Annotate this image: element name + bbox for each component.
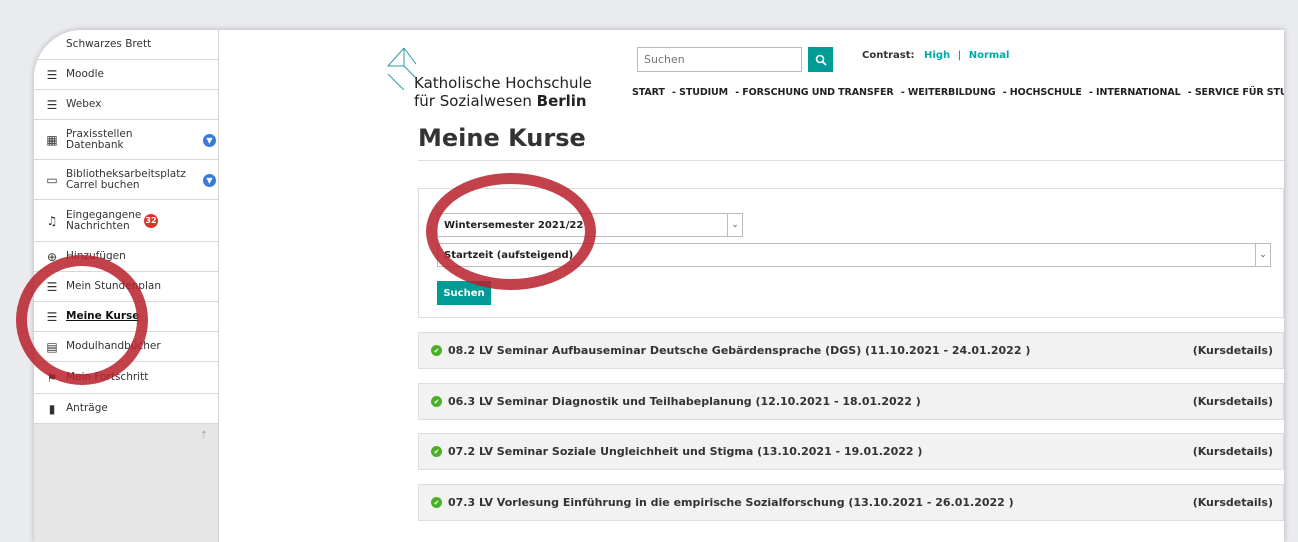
- nav-start[interactable]: START: [632, 87, 665, 98]
- course-details-link[interactable]: (Kursdetails): [1193, 496, 1273, 509]
- course-details-link[interactable]: (Kursdetails): [1193, 445, 1273, 458]
- course-title[interactable]: 07.2 LV Seminar Soziale Ungleichheit und…: [448, 445, 922, 458]
- sidebar-item-moodle[interactable]: ☰ Moodle: [34, 60, 218, 90]
- sidebar-item-praxisstellen[interactable]: ▦ Praxisstellen Datenbank ▼: [34, 120, 218, 160]
- nav-service[interactable]: - SERVICE FÜR STUDIERENDE: [1188, 87, 1284, 98]
- logo-text-part: für Sozialwesen: [414, 92, 537, 110]
- app-window: Schwarzes Brett ☰ Moodle ☰ Webex ▦ Praxi…: [34, 30, 1284, 542]
- search-icon: [815, 54, 827, 66]
- contrast-normal-link[interactable]: Normal: [969, 50, 1010, 61]
- course-title[interactable]: 07.3 LV Vorlesung Einführung in die empi…: [448, 496, 1014, 509]
- sidebar-item-label: Schwarzes Brett: [66, 38, 152, 50]
- back-to-top-icon[interactable]: ⇡: [200, 430, 208, 441]
- course-row[interactable]: ✔ 07.3 LV Vorlesung Einführung in die em…: [418, 484, 1284, 521]
- sidebar-item-label: Eingegangene Nachrichten: [66, 208, 142, 232]
- sidebar-item-label: Anträge: [66, 402, 108, 414]
- sidebar-item-schwarzes-brett[interactable]: Schwarzes Brett: [34, 30, 218, 60]
- desk-icon: ▭: [46, 172, 58, 187]
- course-row[interactable]: ✔ 07.2 LV Seminar Soziale Ungleichheit u…: [418, 433, 1284, 470]
- logo-text-line2: für Sozialwesen Berlin: [414, 92, 587, 110]
- contrast-label: Contrast:: [862, 50, 915, 61]
- building-icon: ▦: [46, 132, 58, 147]
- annotation-circle: [426, 173, 596, 290]
- check-circle-icon: ✔: [431, 446, 442, 457]
- course-row[interactable]: ✔ 06.3 LV Seminar Diagnostik und Teilhab…: [418, 383, 1284, 420]
- sidebar-item-label: Bibliotheksarbeitsplatz Carrel buchen: [66, 167, 186, 191]
- course-details-link[interactable]: (Kursdetails): [1193, 344, 1273, 357]
- chevron-down-icon: ⌄: [727, 214, 742, 236]
- notification-badge: 32: [144, 213, 158, 228]
- contrast-separator: |: [957, 50, 962, 61]
- page-title: Meine Kurse: [418, 124, 586, 152]
- annotation-circle: [16, 255, 148, 385]
- course-title[interactable]: 08.2 LV Seminar Aufbauseminar Deutsche G…: [448, 344, 1030, 357]
- nav-hochschule[interactable]: - HOCHSCHULE: [1003, 87, 1082, 98]
- sidebar-item-label: Moodle: [66, 68, 104, 80]
- contrast-high-link[interactable]: High: [924, 50, 950, 61]
- nav-weiterbildung[interactable]: - WEITERBILDUNG: [901, 87, 996, 98]
- bell-icon: ♫: [46, 213, 58, 228]
- nav-international[interactable]: - INTERNATIONAL: [1089, 87, 1181, 98]
- chevron-down-icon: ⌄: [1255, 244, 1270, 266]
- check-circle-icon: ✔: [431, 497, 442, 508]
- main-content: Katholische Hochschule für Sozialwesen B…: [219, 30, 1284, 542]
- nav-studium[interactable]: - STUDIUM: [672, 87, 728, 98]
- search-button[interactable]: [808, 47, 833, 72]
- contrast-switcher: Contrast: High | Normal: [862, 50, 1010, 61]
- logo-text-line1: Katholische Hochschule: [414, 74, 592, 92]
- divider: [418, 160, 1284, 161]
- logo-text-bold: Berlin: [536, 92, 587, 110]
- sidebar-footer: ⇡: [34, 424, 218, 542]
- course-details-link[interactable]: (Kursdetails): [1193, 395, 1273, 408]
- course-title[interactable]: 06.3 LV Seminar Diagnostik und Teilhabep…: [448, 395, 921, 408]
- course-row[interactable]: ✔ 08.2 LV Seminar Aufbauseminar Deutsche…: [418, 332, 1284, 369]
- logo-mark-icon: [386, 47, 416, 90]
- sidebar-item-bibliothek[interactable]: ▭ Bibliotheksarbeitsplatz Carrel buchen …: [34, 160, 218, 200]
- chevron-down-icon[interactable]: ▼: [203, 174, 216, 187]
- sidebar-item-label: Praxisstellen Datenbank: [66, 127, 133, 151]
- nav-forschung[interactable]: - FORSCHUNG UND TRANSFER: [735, 87, 893, 98]
- check-circle-icon: ✔: [431, 396, 442, 407]
- sidebar-item-antraege[interactable]: ▮ Anträge: [34, 394, 218, 424]
- file-icon: ▮: [48, 401, 56, 416]
- sidebar-item-webex[interactable]: ☰ Webex: [34, 90, 218, 120]
- list-icon: ☰: [46, 67, 58, 82]
- check-circle-icon: ✔: [431, 345, 442, 356]
- list-icon: ☰: [46, 97, 58, 112]
- search-input[interactable]: [637, 47, 802, 72]
- chevron-down-icon[interactable]: ▼: [203, 134, 216, 147]
- sidebar-item-label: Webex: [66, 98, 102, 110]
- top-navigation: START - STUDIUM - FORSCHUNG UND TRANSFER…: [632, 87, 1284, 98]
- sidebar-item-nachrichten[interactable]: ♫ Eingegangene Nachrichten 32: [34, 200, 218, 242]
- bulletin-icon: [44, 38, 60, 52]
